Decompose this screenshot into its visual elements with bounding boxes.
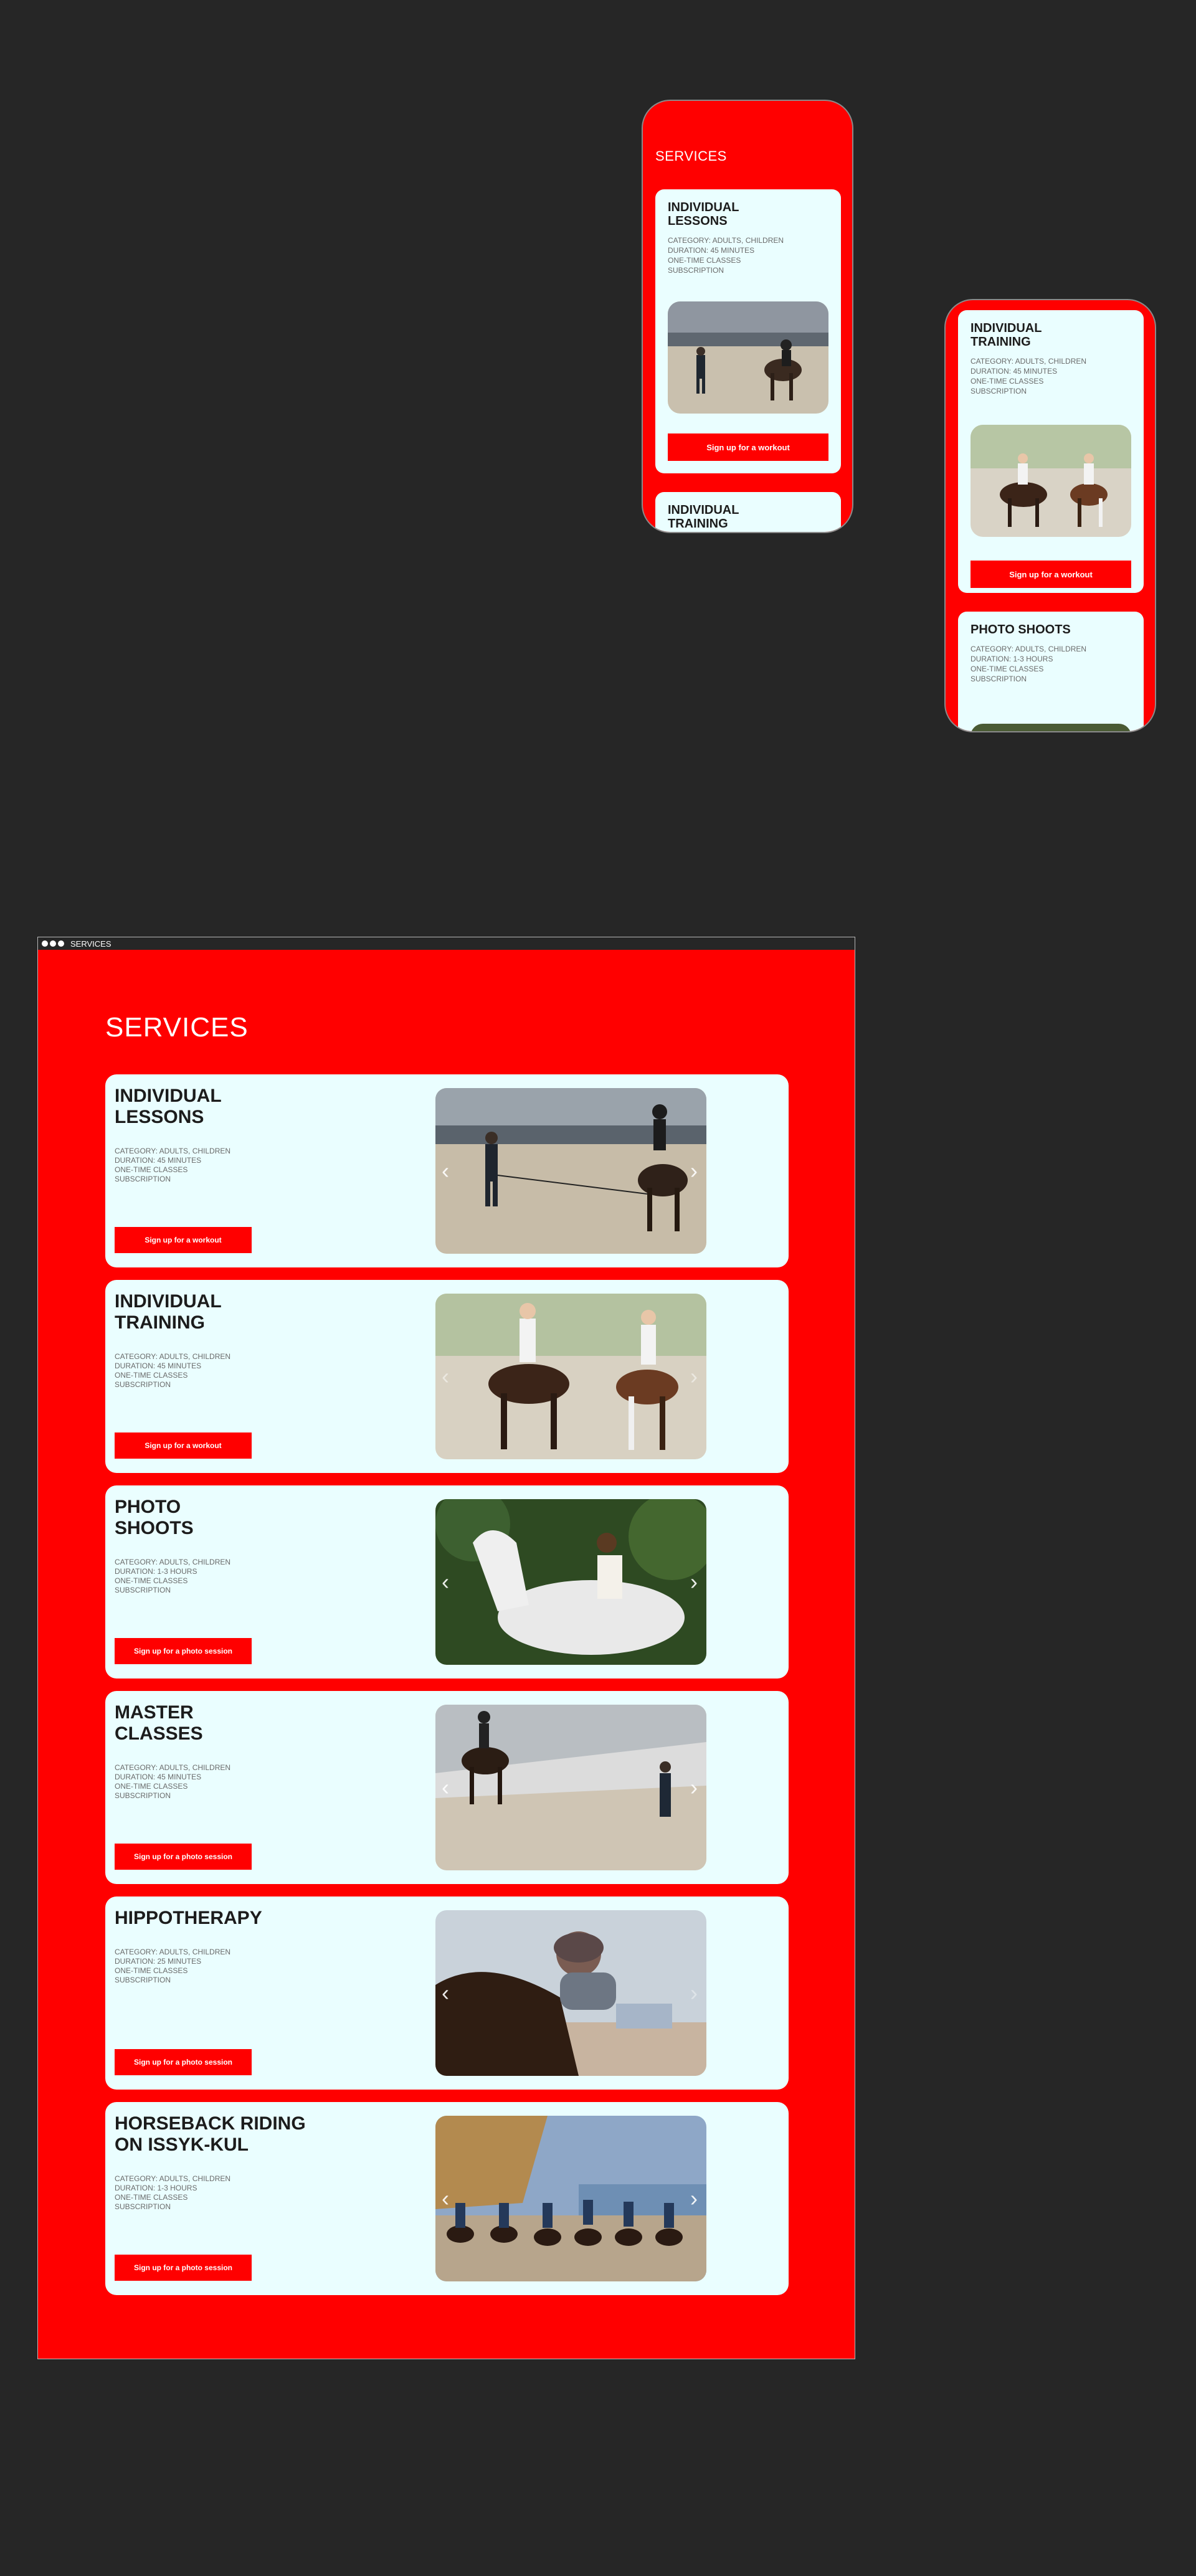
desktop-mockup: SERVICES SERVICES INDIVIDUAL LESSONS CAT… <box>37 937 855 2359</box>
service-title: INDIVIDUAL TRAINING <box>971 321 1042 349</box>
service-title: INDIVIDUAL TRAINING <box>668 503 739 531</box>
chevron-left-icon[interactable]: ‹ <box>442 2186 449 2211</box>
service-photo <box>435 1705 706 1870</box>
signup-workout-button[interactable]: Sign up for a workout <box>115 1432 252 1459</box>
service-photo <box>971 724 1131 731</box>
service-card: PHOTO SHOOTS CATEGORY: ADULTS, CHILDREN … <box>105 1485 789 1679</box>
service-meta: CATEGORY: ADULTS, CHILDREN DURATION: 45 … <box>115 1147 231 1183</box>
service-title: PHOTO SHOOTS <box>971 623 1071 637</box>
service-card: INDIVIDUAL TRAINING CATEGORY: ADULTS, CH… <box>105 1280 789 1473</box>
chevron-right-icon[interactable]: › <box>690 1364 698 1389</box>
signup-workout-button[interactable]: Sign up for a workout <box>668 433 828 461</box>
service-photo <box>435 1499 706 1665</box>
photo-carousel: ‹ › <box>435 1294 706 1459</box>
chevron-right-icon[interactable]: › <box>690 2186 698 2211</box>
signup-photo-session-button[interactable]: Sign up for a photo session <box>115 1844 252 1870</box>
chevron-left-icon[interactable]: ‹ <box>442 1158 449 1183</box>
mobile-mockup-1: SERVICES INDIVIDUAL LESSONS CATEGORY: AD… <box>642 100 853 533</box>
service-meta: CATEGORY: ADULTS, CHILDREN DURATION: 1-3… <box>115 2174 231 2211</box>
service-title: INDIVIDUAL LESSONS <box>668 201 739 228</box>
page-title: SERVICES <box>655 148 727 164</box>
photo-carousel: ‹ › <box>435 1705 706 1870</box>
service-card: INDIVIDUAL TRAINING <box>655 492 841 532</box>
signup-photo-session-button[interactable]: Sign up for a photo session <box>115 2049 252 2075</box>
service-photo <box>971 425 1131 537</box>
service-card: PHOTO SHOOTS CATEGORY: ADULTS, CHILDREN … <box>958 612 1144 731</box>
service-title: MASTER CLASSES <box>115 1702 203 1744</box>
chevron-left-icon[interactable]: ‹ <box>442 1364 449 1389</box>
window-title: SERVICES <box>70 939 112 949</box>
window-control-icon[interactable] <box>58 940 64 947</box>
page-title: SERVICES <box>105 1012 249 1043</box>
signup-workout-button[interactable]: Sign up for a workout <box>971 561 1131 588</box>
service-card: HORSEBACK RIDING ON ISSYK-KUL CATEGORY: … <box>105 2102 789 2295</box>
photo-carousel: ‹ › <box>435 1499 706 1665</box>
chevron-left-icon[interactable]: ‹ <box>442 1775 449 1800</box>
service-photo <box>435 1910 706 2076</box>
window-control-icon[interactable] <box>50 940 56 947</box>
service-photo <box>435 1088 706 1254</box>
window-titlebar: SERVICES <box>38 937 855 950</box>
service-title: PHOTO SHOOTS <box>115 1497 194 1538</box>
service-meta: CATEGORY: ADULTS, CHILDREN DURATION: 1-3… <box>115 1558 231 1594</box>
chevron-left-icon[interactable]: ‹ <box>442 1981 449 2005</box>
service-card: MASTER CLASSES CATEGORY: ADULTS, CHILDRE… <box>105 1691 789 1884</box>
chevron-left-icon[interactable]: ‹ <box>442 1570 449 1594</box>
photo-carousel: ‹ › <box>435 1910 706 2076</box>
service-meta: CATEGORY: ADULTS, CHILDREN DURATION: 45 … <box>668 236 784 275</box>
service-title: INDIVIDUAL LESSONS <box>115 1086 222 1127</box>
service-title: INDIVIDUAL TRAINING <box>115 1291 222 1333</box>
photo-carousel: ‹ › <box>435 1088 706 1254</box>
service-card: INDIVIDUAL LESSONS CATEGORY: ADULTS, CHI… <box>105 1074 789 1267</box>
service-title: HORSEBACK RIDING ON ISSYK-KUL <box>115 2113 306 2155</box>
service-card: INDIVIDUAL TRAINING CATEGORY: ADULTS, CH… <box>958 310 1144 593</box>
service-photo <box>435 1294 706 1459</box>
chevron-right-icon[interactable]: › <box>690 1570 698 1594</box>
service-card: INDIVIDUAL LESSONS CATEGORY: ADULTS, CHI… <box>655 189 841 473</box>
chevron-right-icon[interactable]: › <box>690 1158 698 1183</box>
service-meta: CATEGORY: ADULTS, CHILDREN DURATION: 25 … <box>115 1948 231 1984</box>
service-meta: CATEGORY: ADULTS, CHILDREN DURATION: 1-3… <box>971 645 1087 683</box>
mobile-mockup-2: INDIVIDUAL TRAINING CATEGORY: ADULTS, CH… <box>944 299 1156 732</box>
photo-carousel: ‹ › <box>435 2116 706 2281</box>
signup-workout-button[interactable]: Sign up for a workout <box>115 1227 252 1253</box>
signup-photo-session-button[interactable]: Sign up for a photo session <box>115 2255 252 2281</box>
chevron-right-icon[interactable]: › <box>690 1981 698 2005</box>
window-control-icon[interactable] <box>42 940 48 947</box>
signup-photo-session-button[interactable]: Sign up for a photo session <box>115 1638 252 1664</box>
service-card: HIPPOTHERAPY CATEGORY: ADULTS, CHILDREN … <box>105 1896 789 2090</box>
service-photo <box>668 301 828 414</box>
service-photo <box>435 2116 706 2281</box>
service-meta: CATEGORY: ADULTS, CHILDREN DURATION: 45 … <box>115 1763 231 1800</box>
chevron-right-icon[interactable]: › <box>690 1775 698 1800</box>
service-title: HIPPOTHERAPY <box>115 1908 262 1928</box>
service-meta: CATEGORY: ADULTS, CHILDREN DURATION: 45 … <box>971 357 1087 395</box>
service-meta: CATEGORY: ADULTS, CHILDREN DURATION: 45 … <box>115 1352 231 1389</box>
